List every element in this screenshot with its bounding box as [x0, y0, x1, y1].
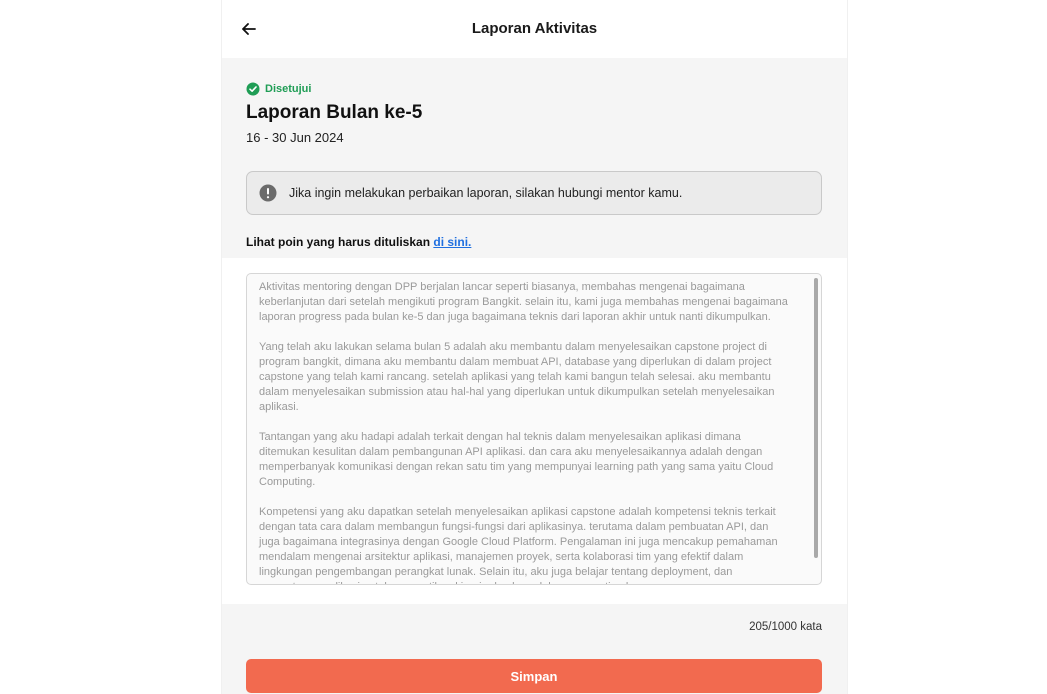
- check-circle-icon: [246, 82, 260, 96]
- status-badge: Disetujui: [246, 82, 311, 96]
- report-date-range: 16 - 30 Jun 2024: [246, 130, 344, 145]
- footer-actions: 205/1000 kata Simpan: [222, 604, 847, 694]
- save-button[interactable]: Simpan: [246, 659, 822, 693]
- status-label: Disetujui: [265, 83, 312, 95]
- guide-text: Lihat poin yang harus dituliskan: [246, 235, 434, 249]
- info-notice: Jika ingin melakukan perbaikan laporan, …: [246, 171, 822, 215]
- page-title: Laporan Aktivitas: [471, 20, 598, 37]
- report-text-content: Aktivitas mentoring dengan DPP berjalan …: [259, 281, 788, 584]
- report-page: Laporan Aktivitas Disetujui Laporan Bula…: [221, 0, 848, 694]
- textarea-scrollbar[interactable]: [814, 278, 818, 558]
- writing-guide: Lihat poin yang harus dituliskan di sini…: [246, 235, 471, 249]
- exclamation-circle-icon: [259, 184, 277, 202]
- info-notice-text: Jika ingin melakukan perbaikan laporan, …: [289, 186, 683, 200]
- word-count: 205/1000 kata: [749, 621, 822, 633]
- report-summary: Disetujui Laporan Bulan ke-5 16 - 30 Jun…: [222, 58, 847, 258]
- guide-link[interactable]: di sini.: [433, 235, 471, 249]
- report-editor-section: Aktivitas mentoring dengan DPP berjalan …: [222, 258, 847, 604]
- report-title: Laporan Bulan ke-5: [246, 102, 423, 123]
- report-textarea[interactable]: Aktivitas mentoring dengan DPP berjalan …: [246, 273, 822, 585]
- top-bar: Laporan Aktivitas: [222, 0, 847, 58]
